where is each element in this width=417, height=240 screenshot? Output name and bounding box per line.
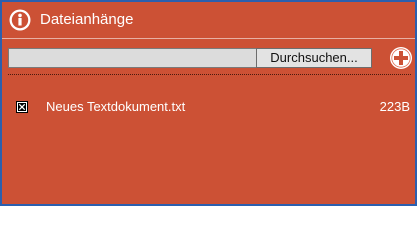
attachment-name[interactable]: Neues Textdokument.txt <box>46 99 185 115</box>
panel-title: Dateianhänge <box>40 11 134 28</box>
attachments-panel: Dateianhänge Durchsuchen... Neues Textdo… <box>0 0 417 206</box>
divider <box>8 74 411 75</box>
panel-header: Dateianhänge <box>2 2 415 39</box>
delete-checkbox-icon[interactable] <box>16 101 28 113</box>
info-icon <box>9 9 31 31</box>
browse-button[interactable]: Durchsuchen... <box>256 48 372 68</box>
attachment-row: Neues Textdokument.txt 223B <box>2 98 415 118</box>
plus-circle-icon[interactable] <box>389 46 413 70</box>
attachment-size: 223B <box>379 99 410 114</box>
